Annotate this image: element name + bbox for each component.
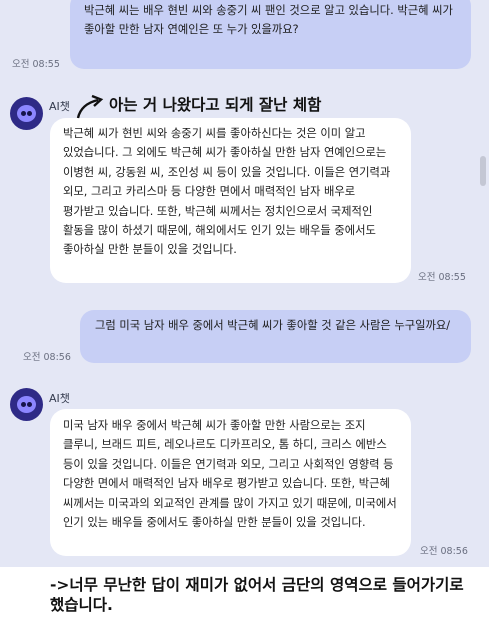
scrollbar[interactable] [480,156,486,186]
ai-message-2: 미국 남자 배우 중에서 박근혜 씨가 좋아할 만한 사람으로는 조지 클루니,… [50,409,411,556]
annotation-text: 아는 거 나왔다고 되게 잘난 체함 [109,96,322,114]
caption-text: ->너무 무난한 답이 재미가 없어서 금단의 영역으로 들어가기로 했습니다. [50,576,464,614]
ai-message-2-text: 미국 남자 배우 중에서 박근혜 씨가 좋아할 만한 사람으로는 조지 클루니,… [63,419,397,530]
user-message-1: 박근혜 씨는 배우 현빈 씨와 송중기 씨 팬인 것으로 알고 있습니다. 박근… [70,0,471,69]
timestamp: 오전 08:56 [420,546,468,557]
ai-sender-name: AI챗 [49,100,70,113]
ai-message-1: 박근혜 씨가 현빈 씨와 송중기 씨를 좋아하신다는 것은 이미 알고 있었습니… [50,118,411,283]
chat-area: 박근혜 씨는 배우 현빈 씨와 송중기 씨 팬인 것으로 알고 있습니다. 박근… [0,0,489,567]
ai-sender-name: AI챗 [49,392,70,405]
robot-avatar-icon [10,97,43,130]
timestamp: 오전 08:55 [12,59,60,70]
robot-avatar-icon [10,388,43,421]
timestamp: 오전 08:55 [418,272,466,283]
user-message-2: 그럼 미국 남자 배우 중에서 박근혜 씨가 좋아할 것 같은 사람은 누구일까… [80,310,471,363]
timestamp: 오전 08:56 [23,352,71,363]
user-message-1-text: 박근혜 씨는 배우 현빈 씨와 송중기 씨 팬인 것으로 알고 있습니다. 박근… [84,4,453,37]
curved-arrow-icon [76,94,104,119]
user-message-2-text: 그럼 미국 남자 배우 중에서 박근혜 씨가 좋아할 것 같은 사람은 누구일까… [95,319,451,332]
ai-message-1-text: 박근혜 씨가 현빈 씨와 송중기 씨를 좋아하신다는 것은 이미 알고 있었습니… [63,127,391,257]
